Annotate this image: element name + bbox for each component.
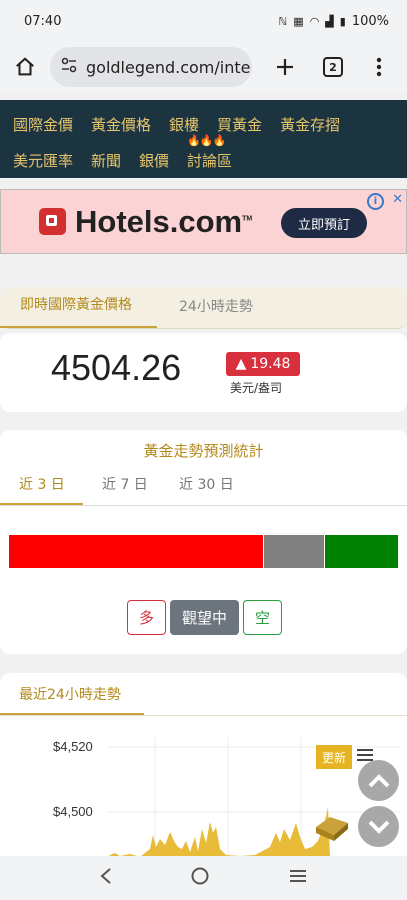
price-card: 4504.26 ▲ 19.48 美元/盎司 [0,333,407,412]
system-nav-bar [0,856,407,900]
status-bar: 07:40 ℕ ▦ ◠ ▟ ▮ 100% [0,0,407,42]
ad-cta-button[interactable]: 立即預訂 [281,208,367,238]
vibrate-icon: ▦ [293,14,304,28]
nav-forum-label: 討論區 [187,151,233,170]
wifi-icon: ◠ [309,14,320,28]
site-navigation: 國際金價 黃金價格 銀樓 買黃金 黃金存摺 美元匯率 新聞 銀價 🔥🔥🔥 討論區 [0,100,407,178]
forecast-card: 黃金走勢預測統計 近 3 日 近 7 日 近 30 日 多 觀望中 空 [0,430,407,654]
gold-bar-icon [316,817,348,841]
address-bar[interactable]: goldlegend.com/interi [50,47,252,87]
tab-count: 2 [323,57,343,77]
tab-7-days[interactable]: 近 7 日 [102,474,179,505]
battery-level: 100% [351,13,389,29]
ad-info-icon[interactable]: i [367,193,384,210]
price-change-badge: ▲ 19.48 [226,352,300,376]
tab-switcher-button[interactable]: 2 [318,52,348,82]
nav-gold-price[interactable]: 黃金價格 [91,114,151,135]
browser-toolbar: goldlegend.com/interi 2 [0,42,407,92]
home-circle-icon[interactable] [190,866,210,890]
trend-title: 最近24小時走勢 [19,687,121,703]
tab-30-days[interactable]: 近 30 日 [179,474,234,505]
price-change-value: 19.48 [250,356,291,372]
home-icon[interactable] [10,52,40,82]
hotels-logo-icon [39,208,66,235]
bar-long [9,535,264,568]
vote-long-button[interactable]: 多 [127,600,166,635]
trend-area [108,807,330,857]
ad-brand: Hotels.comTM [75,203,253,239]
battery-icon: ▮ [339,14,346,28]
recents-icon[interactable] [288,868,308,888]
price-unit: 美元/盎司 [230,381,283,395]
vote-short-button[interactable]: 空 [243,600,282,635]
nav-gold-passbook[interactable]: 黃金存摺 [280,114,340,135]
status-time: 07:40 [24,13,62,29]
nav-silver-price[interactable]: 銀價 [139,150,169,171]
back-icon[interactable] [99,867,113,889]
url-text: goldlegend.com/interi [86,57,252,77]
nav-forum[interactable]: 🔥🔥🔥 討論區 [187,134,233,171]
ad-banner[interactable]: Hotels.comTM 立即預訂 i ✕ [0,189,407,254]
tab-24h-trend[interactable]: 24小時走勢 [157,296,253,328]
nav-news[interactable]: 新聞 [91,150,121,171]
nav-jewelry-store[interactable]: 銀樓 [169,114,199,135]
up-arrow-icon: ▲ [235,356,247,372]
ad-close-icon[interactable]: ✕ [392,192,403,207]
tab-3-days[interactable]: 近 3 日 [0,474,83,505]
bar-short [324,535,398,568]
more-menu-icon[interactable] [364,52,394,82]
nav-buy-gold[interactable]: 買黃金 [217,114,262,135]
vote-buttons: 多 觀望中 空 [127,600,282,635]
scroll-down-button[interactable] [358,806,399,847]
new-tab-icon[interactable] [270,52,300,82]
forecast-title: 黃金走勢預測統計 [143,442,264,460]
bar-wait [263,535,325,568]
forecast-distribution-bar [9,535,398,568]
site-settings-icon[interactable] [60,56,78,78]
ad-brand-text: Hotels.com [75,203,243,239]
scroll-up-button[interactable] [358,760,399,801]
signal-icon: ▟ [325,14,334,28]
price-tabs: 即時國際黃金價格 24小時走勢 [0,287,407,329]
nav-usd-rate[interactable]: 美元匯率 [13,150,73,171]
gold-price-value: 4504.26 [51,347,182,388]
tab-live-price[interactable]: 即時國際黃金價格 [0,294,157,328]
flame-icon: 🔥🔥🔥 [187,133,226,147]
nfc-icon: ℕ [278,14,288,28]
vote-wait-button[interactable]: 觀望中 [170,600,239,635]
nav-intl-gold[interactable]: 國際金價 [13,114,73,135]
update-button[interactable]: 更新 [316,745,352,769]
trend-card: 最近24小時走勢 $4,520 $4,500 更新 [0,673,407,863]
forecast-tabs: 近 3 日 近 7 日 近 30 日 [0,474,407,506]
